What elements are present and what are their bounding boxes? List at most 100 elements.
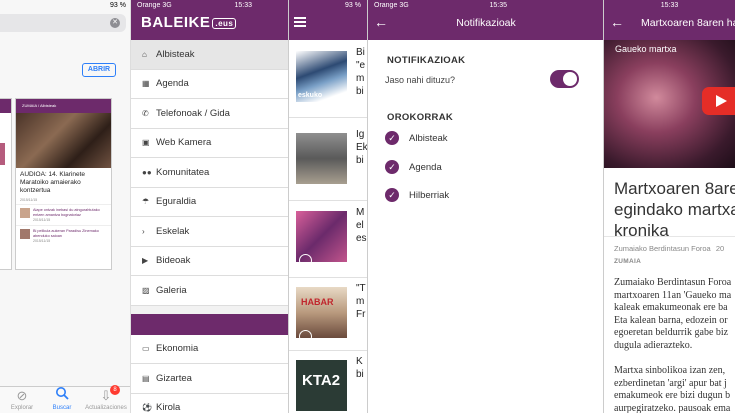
option-label: Hilberriak — [409, 190, 450, 201]
news-item[interactable]: eskuko Bi "e m bi — [296, 43, 367, 105]
menu-item-eskelak[interactable]: › Eskelak — [131, 217, 288, 247]
toggle-knob — [563, 72, 577, 86]
news-item[interactable]: M el es — [296, 203, 367, 267]
tab-explorar[interactable]: ⊘ Explorar — [0, 388, 44, 412]
news-image: eskuko — [296, 51, 347, 102]
menu-item-label: Komunitatea — [156, 166, 210, 178]
menu-item-label: Eguraldia — [156, 196, 197, 208]
gallery-icon: ▨ — [142, 285, 150, 295]
app-screenshot[interactable]: ZUMAIA / Albisteak AUDIOA: 14. Klarinete… — [15, 98, 112, 270]
article-author: Zumaiako Berdintasun Foroa 20 — [614, 244, 724, 253]
menu-item-galeria[interactable]: ▨ Galeria — [131, 276, 288, 306]
news-title: "T m Fr — [356, 283, 366, 320]
option-label: Agenda — [409, 162, 442, 173]
article-tag[interactable]: ZUMAIA — [614, 258, 641, 265]
divider — [289, 277, 367, 278]
news-item[interactable]: KTA2 K bi — [296, 352, 367, 413]
checkbox-albisteak[interactable]: ✓ — [385, 131, 399, 145]
paragraph-line: dugula adierazteko. — [614, 339, 693, 351]
tab-actualizaciones[interactable]: ⇩ Actualizaciones 8 — [84, 385, 128, 411]
search-input[interactable]: ✕ — [0, 14, 126, 32]
drawer-panel: Orange 3G 15:33 BALEIKE .eus ⌂ Albisteak ▦… — [131, 0, 289, 413]
tab-bar: ⊘ Explorar Buscar ⇩ Actualizaciones 8 — [0, 385, 130, 413]
list-item: Aiape ontzak inebasi du atngurahtutako e… — [16, 204, 111, 225]
news-title: K bi — [356, 356, 364, 380]
menu-item-web-kamera[interactable]: ▣ Web Kamera — [131, 128, 288, 158]
tab-label: Explorar — [10, 405, 34, 411]
paragraph-line: Eta kalean barna, edozein or — [614, 314, 728, 326]
phone-icon: ✆ — [142, 108, 149, 118]
paragraph-line: ezberdinetan 'argi' apur bat j — [614, 377, 727, 389]
checkbox-hilberriak[interactable]: ✓ — [385, 188, 399, 202]
screenshot-thumb — [0, 143, 5, 165]
appstore-panel: 93 % ✕ ABRIR ZUMAIA / Albisteak AUDIOA: … — [0, 0, 131, 413]
sport-icon: ⚽ — [142, 403, 152, 413]
clear-icon[interactable]: ✕ — [110, 18, 120, 28]
notifications-toggle[interactable] — [550, 70, 579, 88]
paragraph-line: martxoaren 11an 'Gaueko ma — [614, 289, 732, 301]
home-icon: ⌂ — [142, 49, 147, 59]
section-heading-notifications: NOTIFIKAZIOAK — [387, 55, 466, 66]
back-arrow-icon[interactable]: ← — [610, 14, 624, 30]
news-item[interactable]: Ig Ek bi — [296, 125, 368, 187]
menu-item-gizartea[interactable]: ▤ Gizartea — [131, 364, 288, 394]
camera-icon: ▣ — [142, 138, 150, 148]
screenshot-header — [0, 99, 11, 113]
article-paragraph: Zumaiako Berdintasun Foroa martxoaren 11… — [614, 277, 731, 352]
carrier-label: Orange — [137, 2, 161, 9]
menu-item-label: Eskelak — [156, 225, 190, 237]
news-image-label: eskuko — [298, 92, 323, 99]
menu-item-agenda[interactable]: ▦ Agenda — [131, 69, 288, 99]
tab-buscar[interactable]: Buscar — [40, 386, 84, 411]
explore-icon: ⊘ — [16, 388, 28, 403]
app-screenshot-prev[interactable] — [0, 98, 12, 270]
menu-item-kirola[interactable]: ⚽ Kirola — [131, 393, 288, 413]
thumbnail — [20, 229, 30, 239]
play-icon — [299, 254, 312, 267]
menu-item-komunitatea[interactable]: ●● Komunitatea — [131, 158, 288, 188]
list-item: Bi pelikula aukeran Paradisu Zinemako ab… — [16, 225, 111, 246]
news-title: Ig Ek bi — [356, 129, 368, 166]
list-item-date: 2015/11/15 — [33, 218, 51, 222]
article-paragraph: Martxa sinbolikoa izan zen, ezberdinetan… — [614, 365, 730, 413]
network-label: 3G — [162, 2, 172, 9]
headline-line: egindako martxa — [614, 200, 735, 219]
chevron-right-icon: › — [142, 226, 145, 236]
hamburger-menu-icon[interactable] — [294, 17, 306, 29]
news-image-label: HABAR — [301, 297, 334, 307]
author-name: Zumaiako Berdintasun Foroa — [614, 244, 711, 253]
divider — [604, 236, 735, 237]
menu-item-eguraldia[interactable]: ☂ Eguraldia — [131, 187, 288, 217]
video-player[interactable]: Gaueko martxa — [604, 40, 735, 168]
menu-item-label: Bideoak — [156, 255, 191, 267]
menu-item-albisteak[interactable]: ⌂ Albisteak — [131, 40, 288, 70]
app-logo[interactable]: BALEIKE .eus — [141, 14, 237, 31]
author-date: 20 — [715, 244, 725, 253]
society-icon: ▤ — [142, 373, 150, 383]
checkbox-agenda[interactable]: ✓ — [385, 160, 399, 174]
menu-item-telefonoak[interactable]: ✆ Telefonoak / Gida — [131, 99, 288, 129]
status-bar: Orange 3G 15:35 — [368, 0, 603, 11]
video-title: Gaueko martxa — [615, 44, 677, 54]
calendar-icon: ▦ — [142, 79, 150, 89]
paragraph-line: aurpegiratzeko. pausoak ema — [614, 402, 731, 413]
status-bar: 93 % — [0, 0, 130, 12]
newslist-panel: 93 % eskuko Bi "e m bi Ig Ek bi M el es … — [289, 0, 368, 413]
tab-label: Actualizaciones — [85, 405, 127, 411]
news-image-label: KTA2 — [302, 372, 341, 389]
menu-item-ekonomia[interactable]: ▭ Ekonomia — [131, 334, 288, 364]
community-icon: ●● — [142, 167, 152, 177]
page-title: Notifikazioak — [456, 17, 516, 29]
menu-item-label: Galeria — [156, 284, 187, 296]
option-label: Albisteak — [409, 133, 448, 144]
news-item[interactable]: HABAR "T m Fr — [296, 279, 367, 343]
list-item-date: 2015/11/15 — [33, 239, 51, 243]
paragraph-line: Martxa sinbolikoa izan zen, — [614, 365, 726, 376]
menu-item-label: Telefonoak / Gida — [156, 107, 230, 119]
play-icon — [299, 330, 312, 343]
divider — [289, 350, 367, 351]
video-icon: ▶ — [142, 256, 149, 266]
open-button[interactable]: ABRIR — [82, 63, 116, 77]
menu-item-bideoak[interactable]: ▶ Bideoak — [131, 246, 288, 276]
youtube-play-icon[interactable] — [702, 87, 735, 115]
